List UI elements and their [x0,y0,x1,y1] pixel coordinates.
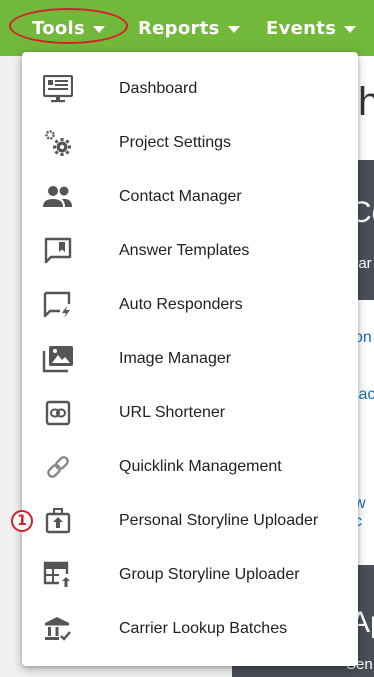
image-library-icon [42,343,74,375]
menu-item-label: URL Shortener [119,404,226,421]
menu-item-auto-responders[interactable]: Auto Responders [22,278,358,332]
menu-item-label: Personal Storyline Uploader [119,512,319,529]
menu-item-label: Contact Manager [119,188,242,205]
menu-item-label: Image Manager [119,350,232,367]
menu-item-label: Group Storyline Uploader [119,566,300,583]
menu-item-image-manager[interactable]: Image Manager [22,332,358,386]
menu-item-label: Dashboard [119,80,198,97]
menu-item-label: Quicklink Management [119,458,282,475]
dashboard-icon [42,73,74,105]
tools-dropdown-menu: Dashboard Project Settings Contact Manag… [22,52,358,666]
highlight-ring [9,8,128,44]
menu-item-url-shortener[interactable]: URL Shortener [22,386,358,440]
menu-item-dashboard[interactable]: Dashboard [22,62,358,116]
nav-events-label: Events [266,17,337,39]
menu-item-label: Carrier Lookup Batches [119,620,288,637]
nav-reports-label: Reports [138,17,220,39]
bank-check-icon [42,613,74,645]
menu-item-project-settings[interactable]: Project Settings [22,116,358,170]
annotation-number-badge: 1 [11,510,33,532]
menu-item-label: Answer Templates [119,242,250,259]
menu-item-group-storyline-uploader[interactable]: Group Storyline Uploader [22,548,358,602]
auto-reply-chat-icon [42,289,74,321]
link-icon [42,451,74,483]
nav-events[interactable]: Events [266,15,357,41]
caret-down-icon [227,25,240,33]
settings-cogs-icon [42,127,74,159]
nav-reports[interactable]: Reports [138,15,240,41]
bookmark-chat-icon [42,235,74,267]
menu-item-personal-storyline-uploader[interactable]: Personal Storyline Uploader [22,494,358,548]
upload-box-icon [42,505,74,537]
menu-item-quicklink-management[interactable]: Quicklink Management [22,440,358,494]
menu-item-carrier-lookup-batches[interactable]: Carrier Lookup Batches [22,602,358,656]
menu-item-label: Project Settings [119,134,232,151]
link-box-icon [42,397,74,429]
table-upload-icon [42,559,74,591]
page-heading-fragment: h [358,80,374,124]
caret-down-icon [344,25,357,33]
people-icon [42,181,74,213]
menu-item-answer-templates[interactable]: Answer Templates [22,224,358,278]
menu-item-contact-manager[interactable]: Contact Manager [22,170,358,224]
top-nav-bar: Tools Reports Events [0,0,374,56]
menu-item-label: Auto Responders [119,296,243,313]
